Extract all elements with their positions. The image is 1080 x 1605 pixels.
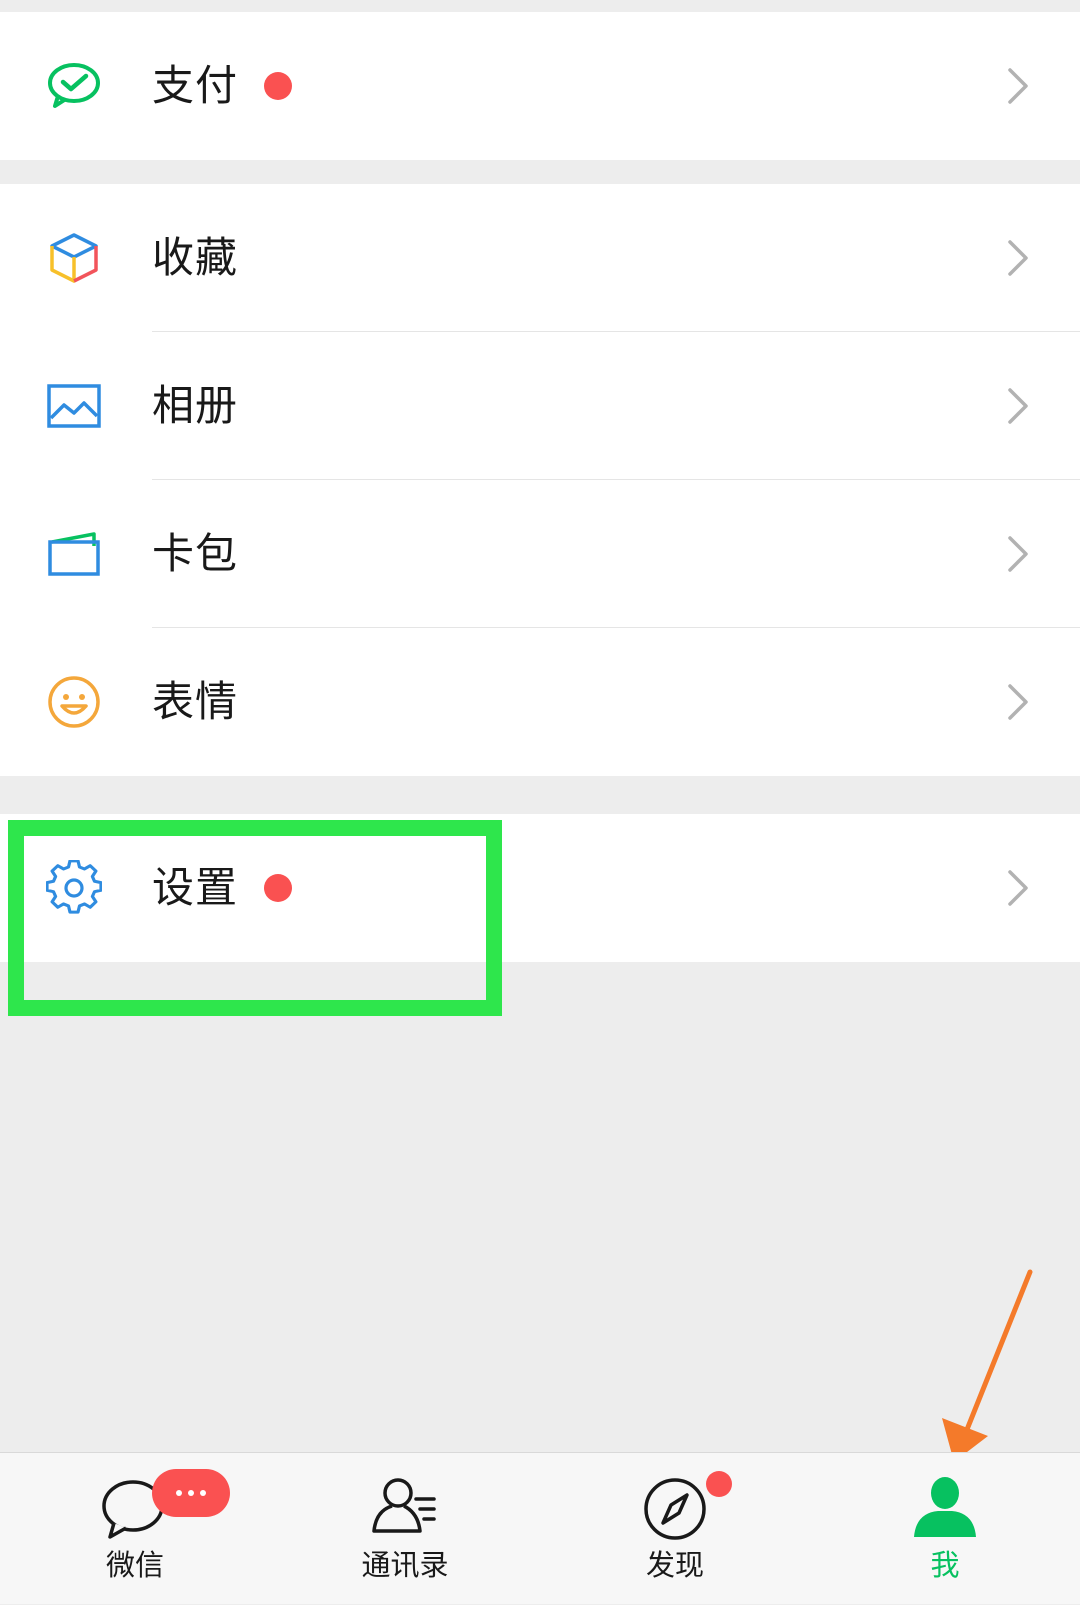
discover-badge-dot [706,1471,732,1497]
pay-badge-dot [264,72,292,100]
album-image-icon [46,378,102,434]
tab-contacts[interactable]: 通讯录 [270,1453,540,1605]
menu-label-stickers: 表情 [152,677,239,726]
tab-label-contacts: 通讯录 [361,1548,449,1582]
menu-label-cards: 卡包 [152,529,239,578]
chevron-right-icon [1004,64,1034,108]
chevron-right-icon [1004,680,1034,724]
bottom-tab-bar: 微信 通讯录 发现 我 [0,1452,1080,1604]
smiley-icon [46,674,102,730]
tab-discover[interactable]: 发现 [540,1453,810,1605]
tab-label-discover: 发现 [645,1548,704,1582]
favorites-cube-icon [46,230,102,286]
group-pay: 支付 [0,12,1080,160]
menu-item-settings[interactable]: 设置 [0,814,1080,962]
menu-item-pay[interactable]: 支付 [0,12,1080,160]
menu-label-favorites: 收藏 [152,233,239,282]
chevron-right-icon [1004,532,1034,576]
top-spacer [0,0,1080,12]
menu-label-album: 相册 [152,381,239,430]
contacts-icon [370,1473,440,1543]
chevron-right-icon [1004,236,1034,280]
group-services: 收藏 相册 卡包 表情 [0,184,1080,776]
tab-label-me: 我 [930,1548,960,1582]
settings-badge-dot [264,874,292,902]
person-icon [910,1473,980,1543]
card-wallet-icon [46,526,102,582]
menu-item-stickers[interactable]: 表情 [0,628,1080,776]
chevron-right-icon [1004,384,1034,428]
chats-badge-more-icon [152,1469,230,1517]
menu-label-pay: 支付 [152,61,239,110]
menu-label-settings: 设置 [152,863,239,912]
chevron-right-icon [1004,866,1034,910]
group-settings: 设置 [0,814,1080,962]
menu-item-album[interactable]: 相册 [0,332,1080,480]
wechat-pay-icon [46,58,102,114]
tab-chats[interactable]: 微信 [0,1453,270,1605]
gear-icon [46,860,102,916]
compass-icon [640,1473,710,1543]
tab-me[interactable]: 我 [810,1453,1080,1605]
pointer-arrow-annotation [940,1268,1040,1468]
menu-item-favorites[interactable]: 收藏 [0,184,1080,332]
menu-item-cards[interactable]: 卡包 [0,480,1080,628]
tab-label-chats: 微信 [105,1548,164,1582]
